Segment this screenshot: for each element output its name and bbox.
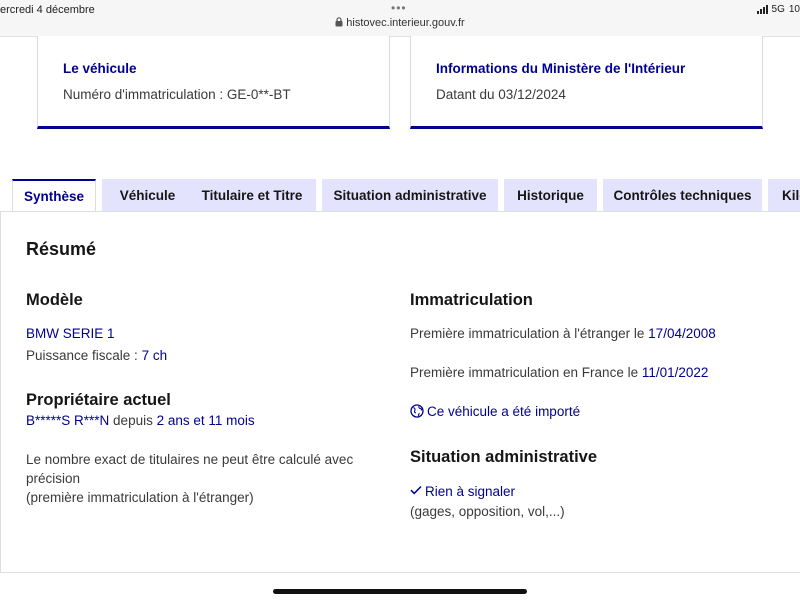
france-registration-label: Première immatriculation en France le bbox=[410, 365, 642, 380]
globe-icon bbox=[410, 404, 424, 421]
vehicle-card-plate: Numéro d'immatriculation : GE-0**-BT bbox=[63, 87, 291, 102]
tab-vehicule[interactable]: Véhicule bbox=[102, 179, 193, 212]
plate-value: GE-0**-BT bbox=[226, 87, 291, 102]
admin-status-text: Rien à signaler bbox=[425, 484, 516, 499]
vehicle-card-title: Le véhicule bbox=[63, 61, 137, 76]
address-bar[interactable]: histovec.interieur.gouv.fr bbox=[0, 17, 800, 30]
model-heading: Modèle bbox=[26, 291, 83, 309]
imported-text: Ce véhicule a été importé bbox=[427, 404, 581, 419]
imported-notice: Ce véhicule a été importé bbox=[410, 404, 580, 421]
tab-situation-administrative[interactable]: Situation administrative bbox=[322, 179, 498, 212]
tab-bar: Synthèse Véhicule Titulaire et Titre Sit… bbox=[12, 179, 800, 212]
tab-historique[interactable]: Historique bbox=[504, 179, 597, 212]
home-indicator[interactable] bbox=[273, 589, 527, 594]
ministry-card-date: Datant du 03/12/2024 bbox=[436, 87, 566, 102]
owner-name: B*****S R***N bbox=[26, 413, 110, 428]
owner-note-line3: (première immatriculation à l'étranger) bbox=[26, 490, 254, 505]
status-bar: ercredi 4 décembre ••• histovec.interieu… bbox=[0, 0, 800, 37]
tab-synthese[interactable]: Synthèse bbox=[12, 179, 96, 212]
admin-status: Rien à signaler bbox=[410, 483, 515, 499]
admin-heading: Situation administrative bbox=[410, 448, 598, 466]
tab-controles-techniques[interactable]: Contrôles techniques bbox=[603, 179, 762, 212]
owner-note-line2: précision bbox=[26, 471, 81, 486]
url-text: histovec.interieur.gouv.fr bbox=[346, 17, 465, 29]
status-indicators: 5G 10 bbox=[756, 4, 800, 15]
summary-title: Résumé bbox=[26, 239, 97, 259]
fiscal-power-value: 7 ch bbox=[141, 348, 168, 363]
fiscal-power-label: Puissance fiscale : bbox=[26, 348, 142, 363]
network-label: 5G bbox=[771, 4, 785, 15]
fiscal-power: Puissance fiscale : 7 ch bbox=[26, 348, 167, 363]
battery-label: 10 bbox=[788, 4, 800, 15]
signal-icon bbox=[756, 5, 768, 14]
model-name: BMW SERIE 1 bbox=[26, 326, 115, 341]
plate-label: Numéro d'immatriculation : bbox=[63, 87, 227, 102]
admin-details: (gages, opposition, vol,...) bbox=[410, 504, 565, 519]
ministry-card-title: Informations du Ministère de l'Intérieur bbox=[436, 61, 686, 76]
owner-line: B*****S R***N depuis 2 ans et 11 mois bbox=[26, 413, 255, 428]
multitasking-dots-icon[interactable]: ••• bbox=[391, 2, 407, 14]
lock-icon bbox=[335, 17, 343, 30]
tab-titulaire-titre[interactable]: Titulaire et Titre bbox=[188, 179, 316, 212]
tab-kilometrage[interactable]: Kilo bbox=[768, 179, 800, 212]
check-icon bbox=[410, 483, 422, 498]
synthese-panel: Résumé Modèle BMW SERIE 1 Puissance fisc… bbox=[0, 211, 800, 573]
owner-heading: Propriétaire actuel bbox=[26, 391, 171, 409]
ministry-card: Informations du Ministère de l'Intérieur… bbox=[410, 36, 763, 129]
owner-note-line1: Le nombre exact de titulaires ne peut êt… bbox=[26, 452, 354, 467]
owner-since-label: depuis bbox=[109, 413, 157, 428]
foreign-registration-label: Première immatriculation à l'étranger le bbox=[410, 326, 649, 341]
foreign-registration: Première immatriculation à l'étranger le… bbox=[410, 326, 716, 341]
registration-heading: Immatriculation bbox=[410, 291, 533, 309]
owner-since-value: 2 ans et 11 mois bbox=[156, 413, 255, 428]
france-registration: Première immatriculation en France le 11… bbox=[410, 365, 708, 380]
foreign-registration-date: 17/04/2008 bbox=[648, 326, 716, 341]
date-value: 03/12/2024 bbox=[498, 87, 566, 102]
date-label: Datant du bbox=[436, 87, 499, 102]
status-time: ercredi 4 décembre bbox=[0, 4, 95, 16]
france-registration-date: 11/01/2022 bbox=[641, 365, 709, 380]
vehicle-card: Le véhicule Numéro d'immatriculation : G… bbox=[37, 36, 390, 129]
